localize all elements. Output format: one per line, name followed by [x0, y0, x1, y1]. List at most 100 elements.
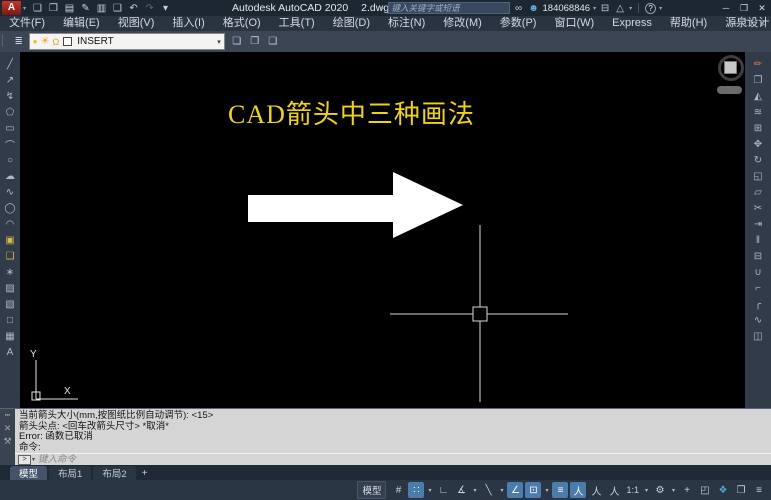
spline-icon[interactable]: ∿ [0, 184, 20, 200]
blend-curves-icon[interactable]: ∿ [748, 312, 768, 328]
isodraft-caret-icon[interactable]: ▾ [498, 487, 505, 494]
menu-window[interactable]: 窗口(W) [545, 16, 603, 31]
open-file-icon[interactable]: ❒ [46, 1, 61, 15]
menu-view[interactable]: 视图(V) [109, 16, 164, 31]
logo-caret-icon[interactable]: ▾ [23, 5, 26, 12]
make-object-layer-current-icon[interactable]: ❏ [229, 33, 245, 50]
lineweight-button[interactable]: ≡ [552, 482, 569, 498]
multiline-text-icon[interactable]: A [0, 344, 20, 360]
make-block-icon[interactable]: ❑ [0, 248, 20, 264]
snap-caret-icon[interactable]: ▾ [426, 487, 433, 494]
search-send-icon[interactable]: ▸ [381, 4, 385, 12]
layer-unlock-icon[interactable]: Ω [53, 37, 60, 47]
model-space-button[interactable]: 模型 [357, 481, 387, 499]
stretch-icon[interactable]: ▱ [748, 184, 768, 200]
move-icon[interactable]: ✥ [748, 136, 768, 152]
menu-file[interactable]: 文件(F) [0, 16, 54, 31]
undo-icon[interactable]: ↶ [126, 1, 141, 15]
close-button[interactable]: ✕ [755, 1, 769, 15]
menu-insert[interactable]: 插入(I) [163, 16, 213, 31]
new-layout-button[interactable]: + [138, 466, 152, 480]
help-icon[interactable]: ? [645, 2, 657, 14]
array-icon[interactable]: ⊞ [748, 120, 768, 136]
viewcube-face-icon[interactable] [724, 61, 737, 74]
object-snap-button[interactable]: ⊡ [525, 482, 542, 498]
tab-model[interactable]: 模型 [10, 466, 48, 480]
point-icon[interactable]: ∗ [0, 264, 20, 280]
polyline-icon[interactable]: ↯ [0, 88, 20, 104]
workspace-switching-gear-icon[interactable]: ⚙ [652, 482, 668, 498]
layer-combo[interactable]: ● ☀ Ω INSERT ▾ [28, 33, 225, 50]
ortho-mode-button[interactable]: ∟ [435, 482, 451, 498]
tab-layout2[interactable]: 布局2 [93, 466, 136, 480]
command-customize-wrench-icon[interactable]: ⚒ [3, 436, 11, 446]
maximize-button[interactable]: ❐ [737, 1, 751, 15]
gradient-icon[interactable]: ▧ [0, 296, 20, 312]
doc-minimize-button[interactable]: ─ [729, 18, 740, 29]
grid-display-button[interactable]: # [390, 482, 406, 498]
isometric-drafting-button[interactable]: ╲ [480, 482, 496, 498]
revision-cloud-icon[interactable]: ☁ [0, 168, 20, 184]
print-icon[interactable]: ❑ [110, 1, 125, 15]
command-input[interactable] [38, 454, 771, 465]
menu-help[interactable]: 帮助(H) [661, 16, 716, 31]
doc-close-button[interactable]: ✕ [757, 18, 768, 29]
annotation-autoscale-button[interactable]: 人 [588, 482, 604, 498]
clean-screen-button[interactable]: ❐ [733, 482, 749, 498]
menu-edit[interactable]: 编辑(E) [54, 16, 109, 31]
drawing-canvas[interactable]: CAD箭头中三种画法 Y X [20, 52, 745, 408]
layer-properties-icon[interactable]: ≣ [11, 33, 27, 50]
search-binoculars-icon[interactable]: ∞ [513, 1, 525, 15]
layer-previous-icon[interactable]: ❑ [265, 33, 281, 50]
match-layer-icon[interactable]: ❐ [247, 33, 263, 50]
layer-color-swatch[interactable] [63, 37, 73, 46]
trim-icon[interactable]: ✂ [748, 200, 768, 216]
layer-thaw-sun-icon[interactable]: ☀ [41, 36, 50, 47]
layer-on-bulb-icon[interactable]: ● [33, 37, 38, 46]
polar-tracking-button[interactable]: ∡ [453, 482, 469, 498]
stay-connected-caret-icon[interactable]: ▾ [629, 5, 632, 12]
region-icon[interactable]: □ [0, 312, 20, 328]
extend-icon[interactable]: ⇥ [748, 216, 768, 232]
erase-icon[interactable]: ✏ [748, 56, 768, 72]
construction-line-icon[interactable]: ↗ [0, 72, 20, 88]
annotation-scale-button[interactable]: 1:1 [624, 482, 641, 498]
scale-icon[interactable]: ◱ [748, 168, 768, 184]
circle-icon[interactable]: ○ [0, 152, 20, 168]
command-grip[interactable]: ┅ [5, 410, 10, 420]
osnap-caret-icon[interactable]: ▾ [543, 487, 550, 494]
status-customization-menu-button[interactable]: ≡ [751, 482, 767, 498]
layer-combo-caret-icon[interactable]: ▾ [217, 38, 221, 46]
object-snap-tracking-button[interactable]: ∠ [507, 482, 524, 498]
qat-customize-icon[interactable]: ▾ [158, 1, 173, 15]
save-icon[interactable]: ▤ [62, 1, 77, 15]
fillet-icon[interactable]: ╭ [748, 296, 768, 312]
new-file-icon[interactable]: ❏ [30, 1, 45, 15]
annotation-visibility-button[interactable]: 人 [570, 482, 587, 498]
polar-caret-icon[interactable]: ▾ [471, 487, 478, 494]
save-as-icon[interactable]: ✎ [78, 1, 93, 15]
minimize-button[interactable]: ─ [719, 1, 733, 15]
table-icon[interactable]: ▦ [0, 328, 20, 344]
hatch-icon[interactable]: ▨ [0, 280, 20, 296]
copy-icon[interactable]: ❐ [748, 72, 768, 88]
snap-mode-button[interactable]: ∷ [408, 482, 425, 498]
menu-parametric[interactable]: 参数(P) [491, 16, 546, 31]
break-icon[interactable]: ⊟ [748, 248, 768, 264]
break-at-point-icon[interactable]: ‖ [748, 232, 768, 248]
menu-dimension[interactable]: 标注(N) [379, 16, 434, 31]
offset-icon[interactable]: ≋ [748, 104, 768, 120]
menu-express[interactable]: Express [603, 16, 661, 31]
command-prompt-caret-icon[interactable]: ▾ [32, 456, 35, 463]
quick-measure-button[interactable]: + [679, 482, 695, 498]
chamfer-icon[interactable]: ⌐ [748, 280, 768, 296]
menu-draw[interactable]: 绘图(D) [324, 16, 379, 31]
menu-modify[interactable]: 修改(M) [434, 16, 491, 31]
annotation-scale-monitor-button[interactable]: 人 [606, 482, 622, 498]
plot-icon[interactable]: ▥ [94, 1, 109, 15]
isolate-objects-button[interactable]: ◰ [697, 482, 713, 498]
arc-icon[interactable]: ⌒ [0, 136, 20, 152]
autocad-logo-icon[interactable]: A [2, 1, 21, 15]
menu-format[interactable]: 格式(O) [214, 16, 270, 31]
rotate-icon[interactable]: ↻ [748, 152, 768, 168]
